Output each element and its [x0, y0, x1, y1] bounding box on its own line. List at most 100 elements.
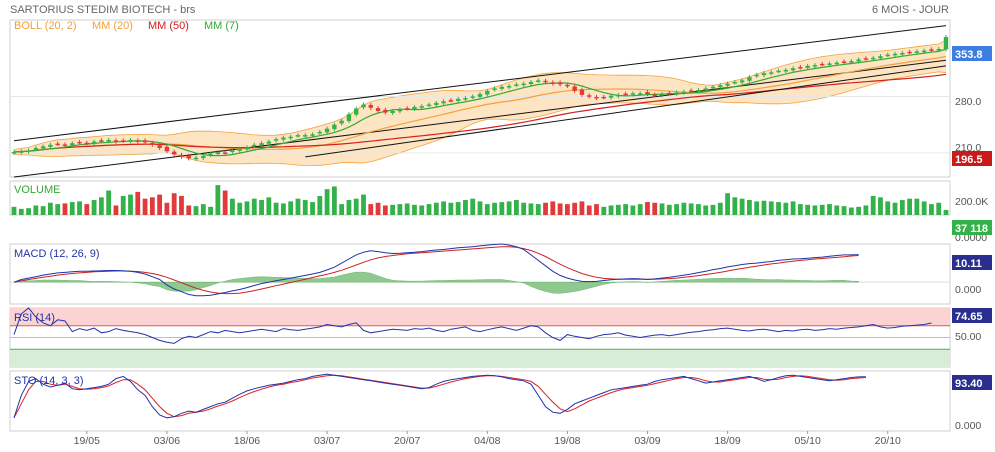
legend-boll: BOLL (20, 2) — [14, 20, 77, 32]
volume-bar — [732, 197, 738, 215]
volume-bar — [892, 202, 898, 215]
candle-body — [62, 144, 68, 146]
volume-bar — [55, 204, 61, 215]
chart-canvas: SARTORIUS STEDIM BIOTECH - brs 6 MOIS - … — [9, 4, 992, 447]
volume-bar — [171, 193, 177, 215]
candle-body — [769, 72, 774, 74]
volume-bar — [703, 205, 709, 215]
volume-bar — [317, 195, 323, 215]
volume-bar — [310, 202, 315, 215]
candle-body — [11, 152, 17, 154]
candle-body — [827, 63, 832, 65]
volume-bar — [397, 204, 403, 215]
volume-bar — [572, 202, 578, 215]
sto-k-line — [13, 373, 866, 419]
candle-body — [863, 58, 869, 60]
volume-bar — [696, 204, 701, 215]
volume-bar — [688, 203, 694, 215]
volume-title: VOLUME — [14, 184, 60, 196]
volume-bar — [62, 203, 68, 215]
volume-bar — [564, 204, 570, 215]
volume-bar — [579, 201, 585, 215]
marker-price-tag: 196.5 — [952, 151, 992, 166]
volume-bar — [48, 202, 53, 215]
candle-body — [135, 140, 140, 142]
rsi-title: RSI (14) — [14, 312, 55, 324]
candle-body — [594, 96, 599, 99]
volume-bar — [40, 206, 46, 215]
candle-body — [288, 136, 293, 139]
candle-body — [193, 157, 199, 160]
volume-bar — [768, 201, 774, 215]
candle-body — [332, 124, 337, 130]
candle-body — [426, 104, 432, 107]
volume-bar — [601, 206, 607, 215]
volume-bar — [91, 200, 97, 215]
volume-bar — [84, 204, 90, 215]
x-tick-label: 18/06 — [234, 435, 260, 447]
legend-mm7: MM (7) — [204, 20, 239, 32]
candle-body — [434, 102, 439, 105]
volume-bar — [193, 206, 199, 215]
volume-bar — [26, 208, 31, 215]
volume-bar — [630, 205, 636, 215]
x-tick-label: 20/10 — [875, 435, 901, 447]
candle-body — [900, 53, 905, 55]
candle-body — [914, 51, 920, 53]
volume-bar — [244, 201, 250, 215]
candle-body — [929, 49, 934, 51]
volume-bar — [382, 205, 388, 215]
candle-body — [667, 92, 672, 95]
candle-body — [113, 140, 119, 142]
candle-body — [754, 74, 759, 77]
volume-bar — [463, 200, 468, 215]
sto-d-line — [13, 374, 866, 419]
macd-tick-0: 0.000 — [955, 284, 981, 296]
candle-body — [659, 94, 665, 96]
volume-bar — [623, 204, 629, 215]
volume-bar — [790, 201, 796, 215]
volume-bar — [870, 195, 876, 215]
x-tick-label: 20/07 — [394, 435, 420, 447]
volume-bar — [186, 205, 192, 215]
volume-bar — [448, 202, 454, 215]
candle-body — [295, 135, 301, 137]
volume-bar — [98, 197, 104, 215]
volume-bar — [288, 201, 294, 215]
volume-bar — [339, 204, 345, 215]
last-volume-tag: 37 118 — [952, 220, 992, 235]
volume-bar — [535, 204, 541, 215]
volume-bar — [739, 198, 745, 215]
volume-bar — [281, 203, 286, 215]
volume-bar — [506, 201, 512, 215]
candle-body — [303, 135, 308, 137]
candle-body — [215, 152, 221, 155]
candle-body — [368, 104, 373, 108]
volume-bar — [899, 200, 905, 215]
volume-bar — [907, 198, 912, 215]
volume-bar — [230, 198, 235, 215]
candle-body — [171, 151, 177, 155]
candle-body — [783, 69, 789, 72]
candle-body — [164, 146, 170, 152]
candle-body — [841, 61, 847, 63]
candle-body — [485, 90, 490, 95]
candle-body — [870, 57, 876, 60]
candle-body — [397, 109, 403, 112]
volume-bar — [499, 202, 505, 215]
volume-bar — [353, 198, 359, 215]
candle-body — [266, 141, 272, 144]
candle-body — [696, 90, 701, 92]
candle-body — [630, 93, 636, 95]
candle-body — [419, 106, 424, 108]
candle-body — [739, 80, 745, 83]
volume-bar — [237, 202, 243, 215]
volume-bar — [550, 201, 556, 215]
sto-tick-0: 0.000 — [955, 420, 981, 432]
svg-text:37 118: 37 118 — [955, 223, 988, 235]
volume-bar — [645, 202, 650, 215]
volume-bar — [717, 202, 723, 215]
candle-body — [506, 86, 512, 88]
trend-channel-lower — [13, 59, 947, 178]
volume-bar — [412, 204, 417, 215]
